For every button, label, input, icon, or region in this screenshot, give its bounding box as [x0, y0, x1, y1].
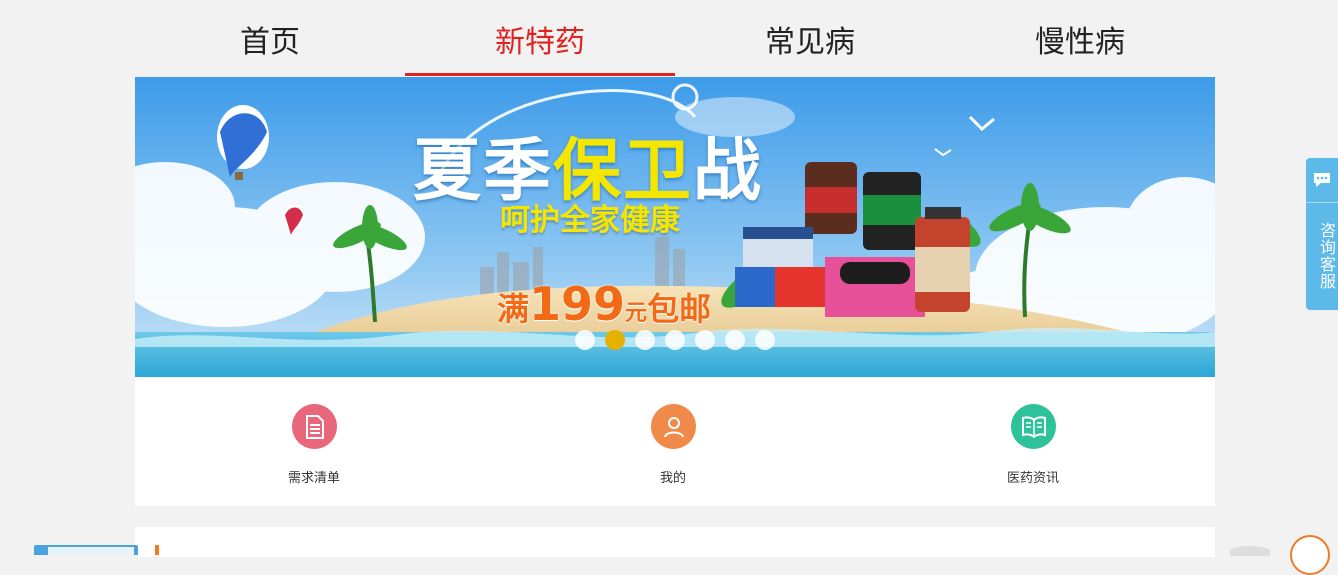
quick-link-label: 医药资讯: [1006, 471, 1059, 486]
open-book-icon: [1011, 404, 1056, 449]
bottom-left-widget[interactable]: [34, 545, 138, 555]
carousel-dot[interactable]: [695, 330, 715, 350]
tab-new-special-drugs[interactable]: 新特药: [405, 0, 675, 77]
promo-banner[interactable]: 夏季保卫战 呵护全家健康 满199元包邮: [135, 77, 1215, 377]
list-document-icon: [292, 404, 337, 449]
carousel-dot[interactable]: [635, 330, 655, 350]
decorative-shape: [1230, 546, 1270, 556]
avatar[interactable]: [1290, 535, 1330, 575]
banner-promo-text: 满199元包邮: [497, 277, 712, 331]
carousel-dot-active[interactable]: [605, 330, 625, 350]
tab-home[interactable]: 首页: [135, 0, 405, 77]
carousel-dot[interactable]: [665, 330, 685, 350]
quick-link-medical-news[interactable]: 医药资讯: [963, 377, 1103, 506]
quick-link-my[interactable]: 我的: [603, 377, 743, 506]
section-accent-bar: [155, 545, 159, 555]
quick-link-label: 我的: [659, 471, 686, 486]
banner-subtitle: 呵护全家健康: [500, 203, 680, 238]
user-icon: [651, 404, 696, 449]
quick-link-label: 需求清单: [287, 471, 340, 486]
tab-chronic-diseases[interactable]: 慢性病: [945, 0, 1215, 77]
carousel-dot[interactable]: [575, 330, 595, 350]
carousel-dot[interactable]: [725, 330, 745, 350]
carousel-dot[interactable]: [755, 330, 775, 350]
quick-link-demand-list[interactable]: 需求清单: [244, 377, 384, 506]
top-nav: 首页 新特药 常见病 慢性病: [135, 0, 1215, 77]
customer-service-label: 咨询客服: [1317, 222, 1336, 290]
quick-links-bar: 需求清单 我的 医药资讯: [135, 377, 1215, 506]
tab-common-diseases[interactable]: 常见病: [675, 0, 945, 77]
chat-bubble-icon: [1306, 158, 1338, 203]
customer-service-button[interactable]: 咨询客服: [1306, 158, 1338, 310]
next-section-card: [135, 527, 1215, 557]
carousel-indicators: [575, 330, 775, 350]
page-container: 首页 新特药 常见病 慢性病 夏季保卫战 呵护全家健康 满199元包邮 需求清单…: [135, 0, 1215, 557]
